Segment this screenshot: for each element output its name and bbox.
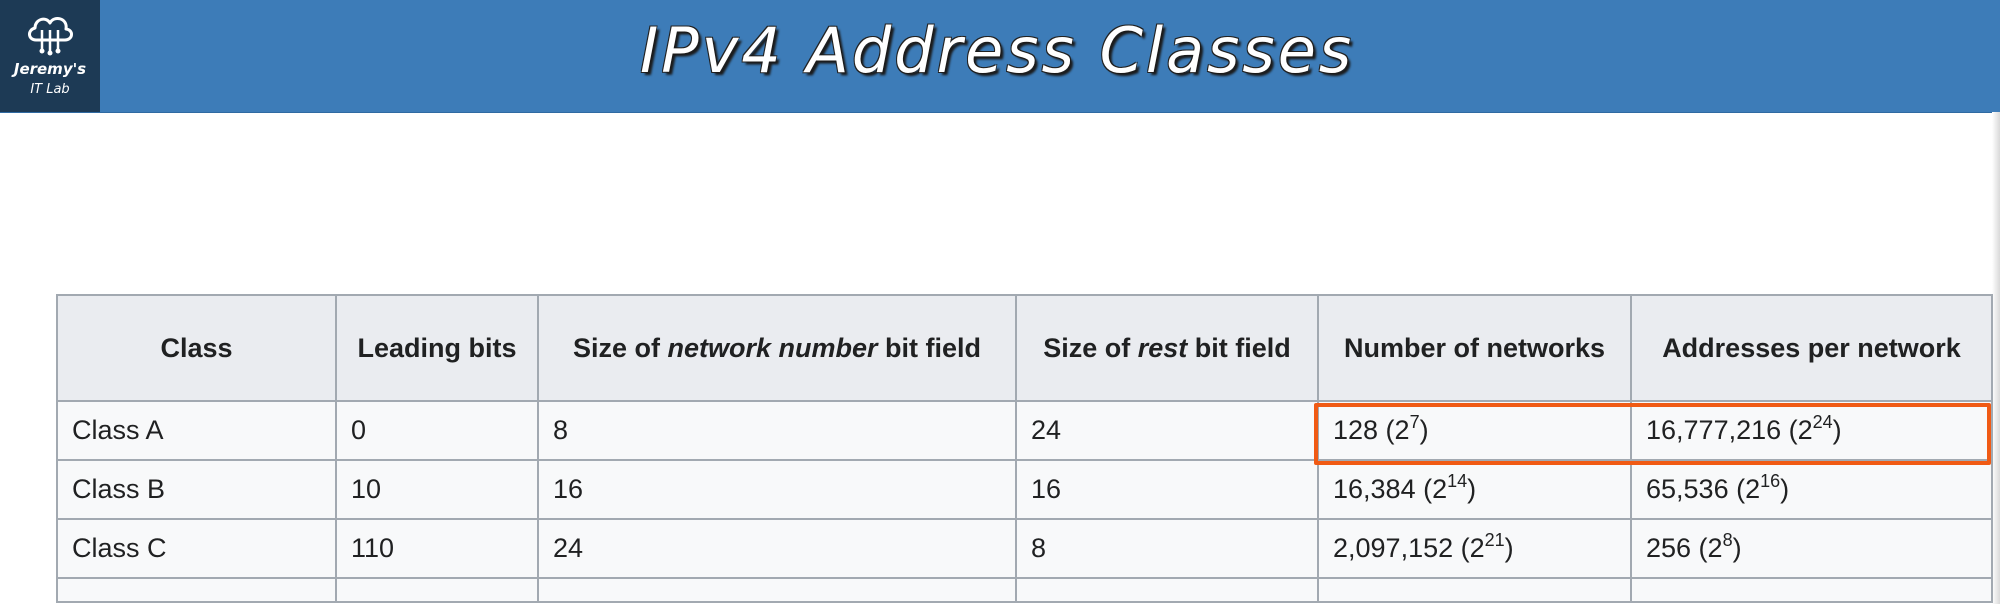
slide-edge	[1992, 112, 2000, 604]
cell-network-bits: 16	[537, 459, 1017, 520]
cell-class: Class B	[56, 459, 337, 520]
logo-text-lab: IT Lab	[30, 82, 70, 97]
ip-classes-table-container: Class Leading bits Size of network numbe…	[56, 294, 1993, 603]
ip-classes-table: Class Leading bits Size of network numbe…	[56, 294, 1993, 603]
column-header-class: Class	[56, 294, 337, 402]
cell-network-bits: 8	[537, 400, 1017, 461]
table-header-row: Class Leading bits Size of network numbe…	[56, 294, 1993, 402]
cloud-circuit-icon	[28, 16, 73, 56]
cell-rest-bits: 16	[1015, 459, 1319, 520]
logo: Jeremy's IT Lab	[0, 0, 100, 112]
table-row-cut-off	[56, 577, 1993, 603]
column-header-leading-bits: Leading bits	[335, 294, 539, 402]
cell-addresses-per-network: 16,777,216 (224)	[1630, 400, 1993, 461]
cell-addresses-per-network: 65,536 (216)	[1630, 459, 1993, 520]
title-banner: Jeremy's IT Lab IPv4 Address Classes	[0, 0, 2000, 113]
cell-class: Class A	[56, 400, 337, 461]
cell-leading-bits: 0	[335, 400, 539, 461]
table-row-class-a: Class A 0 8 24 128 (27) 16,777,216 (224)	[56, 400, 1993, 461]
column-header-addresses-per-network: Addresses per network	[1630, 294, 1993, 402]
cell-network-bits: 24	[537, 518, 1017, 579]
column-header-network-number-size: Size of network number bit field	[537, 294, 1017, 402]
column-header-rest-size: Size of rest bit field	[1015, 294, 1319, 402]
cell-number-of-networks: 16,384 (214)	[1317, 459, 1632, 520]
cell-class: Class C	[56, 518, 337, 579]
cell-number-of-networks: 2,097,152 (221)	[1317, 518, 1632, 579]
cell-number-of-networks: 128 (27)	[1317, 400, 1632, 461]
logo-text-name: Jeremy's	[13, 60, 87, 78]
slide-title: IPv4 Address Classes	[640, 14, 1355, 87]
cell-rest-bits: 24	[1015, 400, 1319, 461]
cell-leading-bits: 110	[335, 518, 539, 579]
table-row-class-b: Class B 10 16 16 16,384 (214) 65,536 (21…	[56, 459, 1993, 520]
table-row-class-c: Class C 110 24 8 2,097,152 (221) 256 (28…	[56, 518, 1993, 579]
column-header-number-of-networks: Number of networks	[1317, 294, 1632, 402]
cell-addresses-per-network: 256 (28)	[1630, 518, 1993, 579]
cell-leading-bits: 10	[335, 459, 539, 520]
cell-rest-bits: 8	[1015, 518, 1319, 579]
